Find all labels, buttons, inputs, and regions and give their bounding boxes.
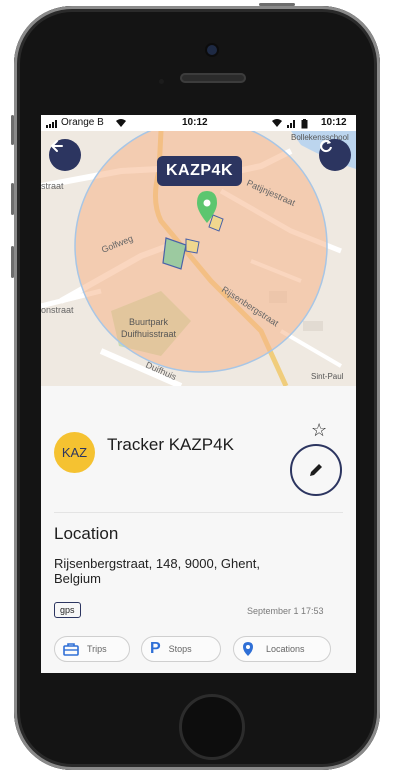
- signal-icon: [287, 120, 297, 131]
- location-timestamp: September 1 17:53: [247, 606, 324, 616]
- home-button[interactable]: [179, 694, 245, 760]
- map-label-sint-paul: Sint-Paul: [311, 372, 344, 381]
- map-label-park-2: Duifhuisstraat: [121, 329, 177, 339]
- location-pin-icon: [243, 642, 253, 656]
- pencil-icon: [310, 464, 322, 476]
- power-button: [259, 3, 295, 6]
- volume-down-button: [11, 246, 14, 278]
- status-time: 10:12: [182, 117, 208, 128]
- tracker-name: Tracker KAZP4K: [107, 435, 234, 454]
- wifi-icon: [115, 118, 127, 131]
- trips-label: Trips: [87, 644, 107, 654]
- carrier-name: Orange B: [61, 117, 104, 128]
- status-time-right: 10:12: [321, 117, 347, 128]
- avatar: KAZ: [54, 432, 95, 473]
- earpiece-speaker: [180, 73, 246, 83]
- source-badge: gps: [54, 602, 81, 618]
- mute-switch: [11, 115, 14, 145]
- arrow-left-icon: [50, 140, 63, 152]
- locations-label: Locations: [266, 644, 305, 654]
- refresh-icon: [320, 140, 332, 153]
- tracker-details-panel: KAZ Tracker KAZP4K ☆ Location Rijsenberg…: [41, 386, 356, 673]
- briefcase-icon: [63, 643, 79, 656]
- stops-label: Stops: [168, 644, 192, 654]
- refresh-button[interactable]: [319, 139, 351, 171]
- app-screen: Orange B 10:12 10:12 Patijnjestraat Golf…: [41, 115, 356, 673]
- stops-button[interactable]: P Stops: [141, 636, 221, 662]
- map-label-straat: straat: [41, 181, 64, 191]
- wifi-icon: [271, 118, 283, 131]
- status-bar: Orange B 10:12 10:12: [41, 115, 356, 131]
- trips-button[interactable]: Trips: [54, 636, 130, 662]
- map-label-onstraat: onstraat: [41, 305, 74, 315]
- map-view[interactable]: Patijnjestraat Golfweg Rijsenbergstraat …: [41, 131, 356, 386]
- proximity-sensor: [159, 79, 164, 84]
- location-address: Rijsenbergstraat, 148, 9000, Ghent, Belg…: [54, 556, 260, 586]
- favorite-star-icon[interactable]: ☆: [311, 420, 327, 441]
- volume-up-button: [11, 183, 14, 215]
- parking-icon: P: [150, 640, 161, 657]
- tracker-plate-label: KAZP4K: [157, 156, 243, 186]
- locations-button[interactable]: Locations: [233, 636, 331, 662]
- back-button[interactable]: [49, 139, 81, 171]
- front-camera: [207, 45, 217, 55]
- signal-icon: [46, 120, 58, 131]
- location-section-title: Location: [54, 524, 119, 543]
- divider: [54, 512, 343, 513]
- edit-button[interactable]: [290, 444, 342, 496]
- map-label-park-1: Buurtpark: [129, 317, 169, 327]
